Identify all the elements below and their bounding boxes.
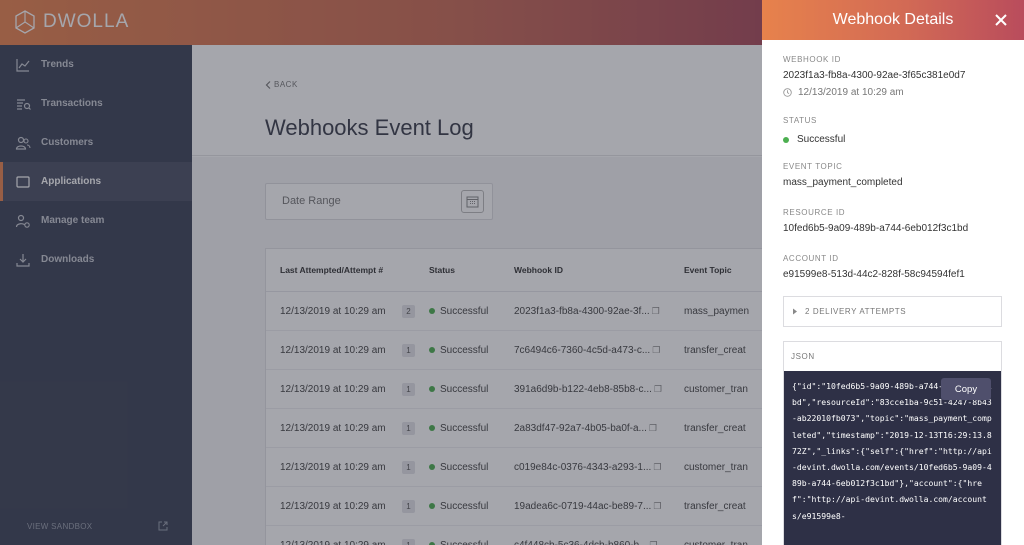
- delivery-attempts-label: 2 DELIVERY ATTEMPTS: [805, 307, 907, 316]
- timestamp-row: 12/13/2019 at 10:29 am: [783, 87, 965, 98]
- webhook-id-field: WEBHOOK ID 2023f1a3-fb8a-4300-92ae-3f65c…: [783, 55, 965, 98]
- resource-id-label: RESOURCE ID: [783, 208, 846, 217]
- account-id-value: e91599e8-513d-44c2-828f-58c94594fef1: [783, 269, 965, 280]
- event-topic-field: EVENT TOPIC mass_payment_completed: [783, 162, 903, 188]
- timestamp-value: 12/13/2019 at 10:29 am: [798, 87, 904, 98]
- webhook-id-label: WEBHOOK ID: [783, 55, 842, 64]
- json-label: JSON: [791, 351, 815, 361]
- caret-right-icon: [793, 308, 797, 315]
- delivery-attempts-toggle[interactable]: 2 DELIVERY ATTEMPTS: [783, 296, 1002, 327]
- status-label: STATUS: [783, 116, 817, 125]
- webhook-details-panel: Webhook Details WEBHOOK ID 2023f1a3-fb8a…: [762, 0, 1024, 545]
- panel-title: Webhook Details: [832, 11, 954, 28]
- event-topic-label: EVENT TOPIC: [783, 162, 843, 171]
- success-dot-icon: [783, 136, 789, 143]
- resource-id-field: RESOURCE ID 10fed6b5-9a09-489b-a744-6eb0…: [783, 208, 968, 234]
- account-id-label: ACCOUNT ID: [783, 254, 839, 263]
- json-section: JSON {"id":"10fed6b5-9a09-489b-a744-6eb0…: [783, 341, 1002, 545]
- close-icon[interactable]: [992, 11, 1010, 29]
- clock-icon: [783, 88, 792, 97]
- status-field: STATUS Successful: [783, 116, 845, 145]
- status-value: Successful: [797, 134, 846, 145]
- panel-header: Webhook Details: [762, 0, 1024, 40]
- resource-id-value: 10fed6b5-9a09-489b-a744-6eb012f3c1bd: [783, 223, 969, 234]
- webhook-id-value: 2023f1a3-fb8a-4300-92ae-3f65c381e0d7: [783, 70, 966, 81]
- copy-button[interactable]: Copy: [941, 378, 991, 400]
- modal-backdrop[interactable]: [0, 0, 762, 545]
- event-topic-value: mass_payment_completed: [783, 177, 903, 188]
- account-id-field: ACCOUNT ID e91599e8-513d-44c2-828f-58c94…: [783, 254, 965, 280]
